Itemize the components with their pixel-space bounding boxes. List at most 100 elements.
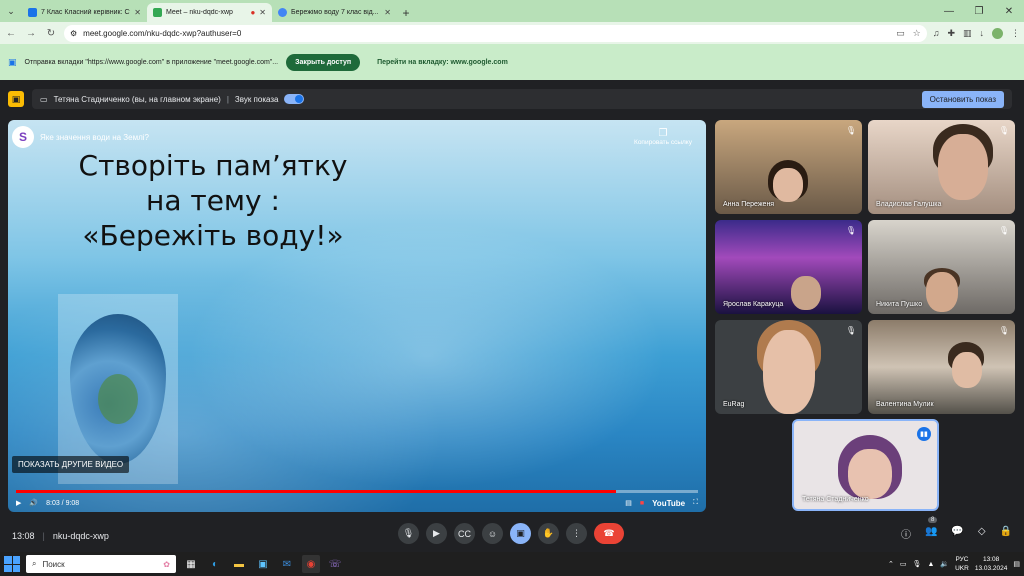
- tab-search-button[interactable]: ⌄: [0, 0, 22, 22]
- chat-tray-icon[interactable]: ▭: [900, 560, 907, 568]
- close-tab-icon[interactable]: ✕: [384, 8, 391, 17]
- participant-tile[interactable]: 🎙 Никита Пушко: [868, 220, 1015, 314]
- taskbar-clock[interactable]: 13:08 13.03.2024: [975, 555, 1008, 573]
- cc-icon[interactable]: ■: [640, 500, 644, 507]
- close-tab-icon[interactable]: ✕: [259, 8, 266, 17]
- video-title[interactable]: Яке значення води на Землі?: [40, 133, 149, 142]
- side-panel-icon[interactable]: ▥: [963, 28, 972, 39]
- chat-icon[interactable]: 💬: [951, 526, 963, 541]
- network-icon[interactable]: ▲: [927, 561, 934, 568]
- self-tile[interactable]: ▮▮ Тетяна Стадниченко: [792, 419, 939, 511]
- mic-off-icon: 🎙: [845, 326, 856, 335]
- captions-button[interactable]: CC: [454, 523, 475, 544]
- copy-link-label: Копировать ссылку: [634, 139, 692, 146]
- forward-icon[interactable]: →: [24, 28, 38, 39]
- store-icon[interactable]: ▣: [254, 555, 272, 573]
- volume-tray-icon[interactable]: 🔉: [940, 560, 949, 568]
- minimize-icon[interactable]: —: [934, 0, 964, 22]
- maximize-icon[interactable]: ❐: [964, 0, 994, 22]
- participant-name: Ярослав Каракуца: [723, 301, 784, 308]
- copy-link-button[interactable]: ❐ Копировать ссылку: [628, 128, 698, 146]
- search-icon: ⌕: [32, 559, 37, 568]
- host-controls-icon[interactable]: 🔒: [1000, 526, 1012, 541]
- emoji-button[interactable]: ☺: [482, 523, 503, 544]
- meeting-time: 13:08: [12, 531, 35, 541]
- participant-tile[interactable]: 🎙 Анна Переженя: [715, 120, 862, 214]
- present-screen-icon: ▣: [8, 91, 24, 107]
- media-control-icon[interactable]: ♫: [933, 28, 940, 38]
- search-highlight-icon: ✿: [163, 559, 170, 569]
- present-button[interactable]: ▣: [510, 523, 531, 544]
- address-bar[interactable]: ⚙ meet.google.com/nku-dqdc-xwp?authuser=…: [64, 24, 927, 42]
- notifications-icon[interactable]: ▤: [1013, 560, 1020, 568]
- mic-off-icon: 🎙: [998, 226, 1009, 235]
- meeting-code: nku-dqdc-xwp: [52, 531, 109, 541]
- participant-tile[interactable]: 🎙 Владислав Галушка: [868, 120, 1015, 214]
- channel-logo[interactable]: S: [12, 126, 34, 148]
- people-icon[interactable]: 👥 8: [925, 517, 937, 541]
- taskbar-search[interactable]: ⌕ Поиск ✿: [26, 555, 176, 573]
- reload-icon[interactable]: ↻: [44, 28, 58, 39]
- tab-meet[interactable]: Meet – nku-dqdc-xwp ● ✕: [147, 3, 272, 22]
- presenter-label: Тетяна Стадниченко (вы, на главном экран…: [53, 94, 221, 104]
- volume-icon[interactable]: 🔊: [29, 499, 38, 507]
- meeting-info-icon[interactable]: ⓘ: [901, 526, 911, 541]
- tab-title: Meet – nku-dqdc-xwp: [166, 9, 233, 16]
- activities-icon[interactable]: ◇: [978, 526, 986, 541]
- goto-tab-button[interactable]: Перейти на вкладку: www.google.com: [368, 54, 517, 71]
- site-info-icon[interactable]: ⚙: [70, 29, 77, 38]
- camera-icon[interactable]: ▭: [896, 28, 905, 39]
- show-hidden-icon[interactable]: ⌃: [888, 560, 894, 568]
- more-options-button[interactable]: ⋮: [566, 523, 587, 544]
- tab-save-water[interactable]: Бережімо воду 7 клас від... ✕: [272, 3, 397, 22]
- leave-call-button[interactable]: ☎: [594, 523, 624, 544]
- clock-time: 13:08: [982, 556, 1000, 563]
- back-icon[interactable]: ←: [4, 28, 18, 39]
- sound-label: Звук показа: [234, 94, 279, 104]
- viber-icon[interactable]: ☏: [326, 555, 344, 573]
- participant-count-badge: 8: [927, 517, 938, 523]
- mic-tray-icon[interactable]: 🎙: [913, 560, 922, 568]
- sound-toggle[interactable]: [284, 94, 305, 104]
- language-indicator[interactable]: РУС UKR: [955, 555, 969, 573]
- youtube-logo[interactable]: YouTube: [652, 499, 685, 508]
- participant-tile[interactable]: 🎙 Валентина Мулик: [868, 320, 1015, 414]
- browser-toolbar: ← → ↻ ⚙ meet.google.com/nku-dqdc-xwp?aut…: [0, 22, 1024, 44]
- chrome-icon[interactable]: ◉: [302, 555, 320, 573]
- raise-hand-button[interactable]: ✋: [538, 523, 559, 544]
- menu-icon[interactable]: ⋮: [1011, 28, 1020, 39]
- task-view-icon[interactable]: ▦: [182, 555, 200, 573]
- microphone-button[interactable]: 🎙: [398, 523, 419, 544]
- stop-presenting-button[interactable]: Остановить показ: [921, 90, 1004, 108]
- tab-class-teacher[interactable]: 7 Клас Класний керівник: Ста... ✕: [22, 3, 147, 22]
- close-access-button[interactable]: Закрыть доступ: [286, 53, 361, 71]
- mail-icon[interactable]: ✉: [278, 555, 296, 573]
- tab-title: Бережімо воду 7 клас від...: [291, 9, 379, 16]
- fullscreen-icon[interactable]: ⛶: [693, 499, 698, 507]
- play-icon[interactable]: ▶: [16, 499, 21, 507]
- search-placeholder: Поиск: [42, 559, 65, 569]
- participant-tile[interactable]: 🎙 Ярослав Каракуца: [715, 220, 862, 314]
- close-tab-icon[interactable]: ✕: [134, 8, 141, 17]
- close-window-icon[interactable]: ✕: [994, 0, 1024, 22]
- windows-start-icon[interactable]: [4, 556, 20, 572]
- more-videos-button[interactable]: ПОКАЗАТЬ ДРУГИЕ ВИДЕО: [12, 456, 130, 473]
- presentation-video[interactable]: S Яке значення води на Землі? ❐ Копирова…: [8, 120, 706, 512]
- profile-avatar[interactable]: [992, 27, 1003, 39]
- edge-icon[interactable]: ◐: [206, 555, 224, 573]
- bookmark-star-icon[interactable]: ☆: [913, 28, 921, 39]
- extensions-icon[interactable]: ✚: [947, 28, 955, 39]
- camera-button[interactable]: ▶: [426, 523, 447, 544]
- share-tab-icon: ▭: [40, 94, 48, 104]
- participant-name: Владислав Галушка: [876, 201, 942, 208]
- participant-tile[interactable]: 🎙 EuRag: [715, 320, 862, 414]
- video-progress-bar[interactable]: [16, 490, 698, 493]
- lang-code: РУС: [955, 556, 969, 563]
- participant-name: Тетяна Стадниченко: [802, 496, 869, 503]
- downloads-icon[interactable]: ↓: [980, 28, 985, 38]
- new-tab-button[interactable]: +: [397, 3, 415, 22]
- presenting-bar: ▣ ▭ Тетяна Стадниченко (вы, на главном э…: [8, 88, 1012, 110]
- file-explorer-icon[interactable]: ▬: [230, 555, 248, 573]
- window-controls: — ❐ ✕: [934, 0, 1024, 22]
- subtitles-icon[interactable]: ▤: [625, 499, 632, 507]
